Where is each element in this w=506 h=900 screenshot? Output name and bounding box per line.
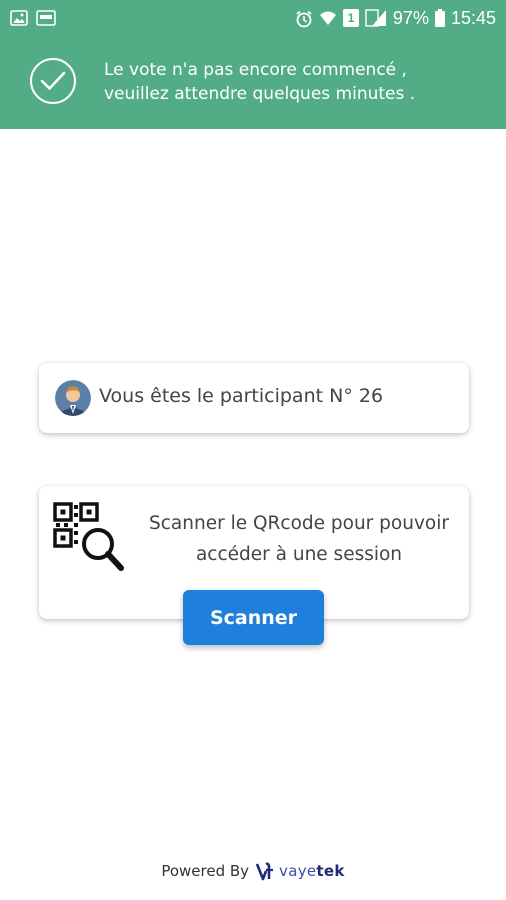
brand-name-part2: tek [316, 862, 345, 880]
sim-icon: 1 [342, 9, 359, 27]
brand-name: vayetek [279, 862, 345, 880]
app-notification-icon [36, 10, 56, 26]
footer: Powered By vayetek [0, 856, 506, 886]
alarm-icon [295, 10, 313, 28]
clock-time: 15:45 [450, 7, 496, 28]
powered-by-text: Powered By [161, 862, 250, 880]
battery-icon [434, 9, 445, 27]
user-avatar-icon [55, 380, 91, 416]
banner-message-line1: Le vote n'a pas encore commencé , [104, 60, 407, 80]
participant-card: Vous êtes le participant N° 26 [39, 363, 469, 433]
check-circle-icon [30, 58, 76, 104]
participant-number-text: Vous êtes le participant N° 26 [99, 385, 384, 407]
scan-instructions: Scanner le QRcode pour pouvoir accéder à… [137, 508, 461, 570]
image-icon [10, 10, 28, 26]
battery-percent: 97% [392, 7, 429, 28]
banner-message-line2: veuillez attendre quelques minutes . [104, 84, 416, 104]
status-bar: 1 97% 15:45 [0, 0, 506, 36]
brand-name-part1: vaye [279, 862, 317, 880]
banner-message: Le vote n'a pas encore commencé , veuill… [104, 58, 494, 106]
qr-search-icon [53, 502, 127, 574]
signal-icon [365, 9, 387, 27]
scan-instructions-line2: accéder à une session [195, 544, 403, 565]
scan-instructions-line1: Scanner le QRcode pour pouvoir [149, 513, 449, 534]
wifi-icon [319, 10, 337, 26]
vayetek-logo-icon [255, 861, 276, 881]
scanner-button[interactable]: Scanner [183, 590, 324, 645]
vote-status-banner: Le vote n'a pas encore commencé , veuill… [0, 36, 506, 129]
brand-logo: vayetek [255, 861, 345, 881]
